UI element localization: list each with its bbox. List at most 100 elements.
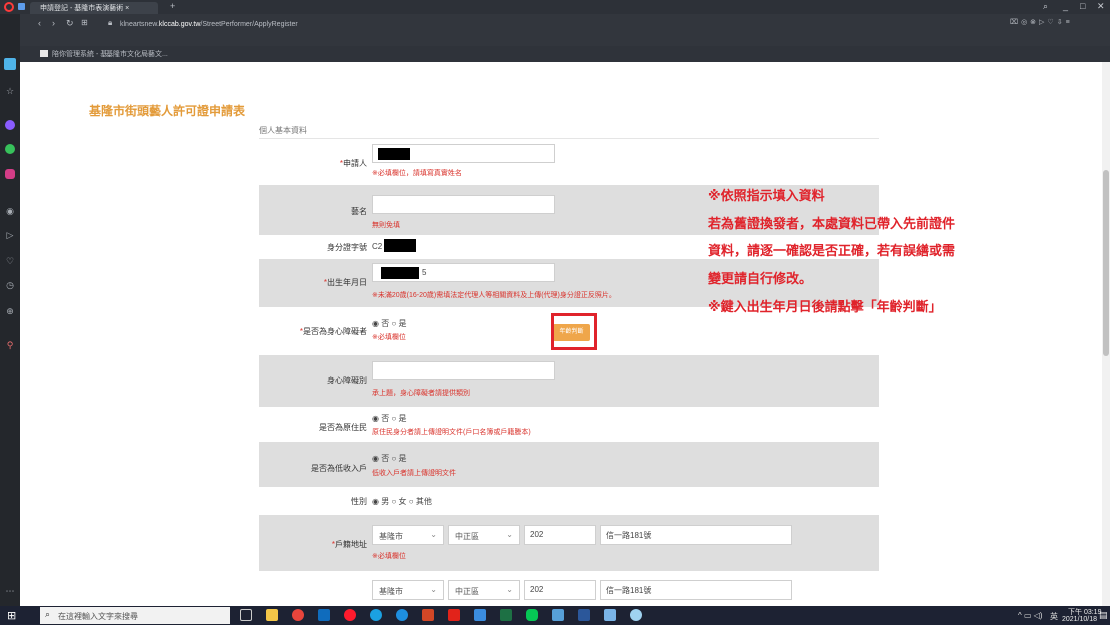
taskbar-app-edge-icon[interactable] <box>396 609 408 621</box>
taskbar-app-paint-icon[interactable] <box>630 609 642 621</box>
taskbar-app-file-explorer-icon[interactable] <box>266 609 278 621</box>
taskbar-app-powerpoint-icon[interactable] <box>422 609 434 621</box>
taskbar-app-acrobat-icon[interactable] <box>448 609 460 621</box>
task-view-icon[interactable] <box>240 609 252 621</box>
taskbar-app-opera-icon[interactable] <box>344 609 356 621</box>
row-applicant: *申請人 ※必填欄位，請填寫真實姓名 <box>259 142 879 184</box>
forward-icon[interactable]: › <box>52 18 55 28</box>
label-gender: 性別 <box>351 497 367 506</box>
sidebar-more-icon[interactable]: ⋯ <box>5 586 15 596</box>
redaction-block <box>381 267 419 279</box>
speed-dial-icon[interactable]: ⊞ <box>81 18 88 27</box>
chevron-down-icon: ⌄ <box>430 585 437 594</box>
household-street-input[interactable]: 信一路181號 <box>600 525 792 545</box>
sidebar-heart-icon[interactable]: ♡ <box>5 256 15 266</box>
chevron-down-icon: ⌄ <box>506 530 513 539</box>
stage-name-input[interactable] <box>372 195 555 214</box>
disability-radio-group[interactable]: ◉ 否 ○ 是 <box>372 318 407 329</box>
bookmark-item-2[interactable]: 基隆市文化局藝文... <box>106 49 168 59</box>
taskbar-app-line-icon[interactable] <box>526 609 538 621</box>
url-path: /StreetPerformer/ApplyRegister <box>200 21 298 28</box>
scrollbar-thumb[interactable] <box>1103 170 1109 356</box>
bookmark-item-1[interactable]: 陪你管理系統 - 基... <box>52 49 113 59</box>
gender-radio-group[interactable]: ◉ 男 ○ 女 ○ 其他 <box>372 496 432 507</box>
sidebar-player-icon[interactable]: ◉ <box>5 206 15 216</box>
sidebar-send-icon[interactable]: ▷ <box>5 230 15 240</box>
back-icon[interactable]: ‹ <box>38 18 41 28</box>
tab-workspace-icon[interactable] <box>18 3 25 10</box>
radio-empty-icon[interactable]: ○ <box>391 414 396 423</box>
windows-start-icon[interactable]: ⊞ <box>7 609 16 622</box>
sidebar-history-icon[interactable]: ◷ <box>5 280 15 290</box>
url-domain-prefix: klneartsnew. <box>120 21 159 28</box>
maximize-button[interactable]: □ <box>1080 1 1085 11</box>
ime-indicator[interactable]: 英 <box>1050 611 1058 622</box>
redaction-block <box>378 148 410 160</box>
mailing-street-input[interactable]: 信一路181號 <box>600 580 792 600</box>
notification-icon[interactable]: ▤ <box>1099 610 1108 621</box>
url-field[interactable]: klneartsnew.klccab.gov.tw/StreetPerforme… <box>120 18 298 30</box>
radio-selected-icon[interactable]: ◉ <box>372 497 379 506</box>
taskbar-search-box[interactable]: ⌕ 在這裡輸入文字來搜尋 <box>40 607 230 624</box>
mailing-city-select[interactable]: 基隆市 ⌄ <box>372 580 444 600</box>
indigenous-radio-group[interactable]: ◉ 否 ○ 是 <box>372 413 407 424</box>
sidebar-instagram-icon[interactable] <box>5 169 15 179</box>
close-window-button[interactable]: ✕ <box>1097 1 1105 12</box>
radio-empty-icon[interactable]: ○ <box>391 319 396 328</box>
bookmarks-bar: 陪你管理系統 - 基... 基隆市文化局藝文... <box>20 46 1110 62</box>
birthday-note: ※未滿20歲(16-20歲)需填法定代理人等相關資料及上傳(代理)身分證正反照片… <box>372 292 616 299</box>
gender-option-male: 男 <box>381 497 390 506</box>
indigenous-option-no: 否 <box>381 414 390 423</box>
label-applicant: *申請人 <box>339 159 367 168</box>
household-zip-input[interactable]: 202 <box>524 525 596 545</box>
page-scrollbar[interactable] <box>1102 62 1110 606</box>
browser-tab-active[interactable]: 申請登記 - 基隆市表演藝術 × <box>30 2 158 14</box>
radio-selected-icon[interactable]: ◉ <box>372 454 379 463</box>
household-district-select[interactable]: 中正區 ⌄ <box>448 525 520 545</box>
household-city-value: 基隆市 <box>379 532 403 541</box>
sidebar-messenger-icon[interactable] <box>5 120 15 130</box>
low-income-radio-group[interactable]: ◉ 否 ○ 是 <box>372 453 407 464</box>
sidebar-star-icon[interactable]: ☆ <box>5 86 15 96</box>
sidebar-home-icon[interactable] <box>4 58 16 70</box>
stage-name-note: 無則免填 <box>372 222 400 229</box>
radio-empty-icon[interactable]: ○ <box>409 497 414 506</box>
url-domain: klccab.gov.tw <box>158 21 201 28</box>
search-tabs-icon[interactable]: ⌕ <box>1043 1 1048 12</box>
taskbar-app-chrome-icon[interactable] <box>292 609 304 621</box>
taskbar-app-outlook-icon[interactable] <box>318 609 330 621</box>
mailing-district-select[interactable]: 中正區 ⌄ <box>448 580 520 600</box>
opera-logo-icon[interactable] <box>4 2 14 12</box>
gender-option-female: 女 <box>398 497 407 506</box>
taskbar-app-word-icon[interactable] <box>578 609 590 621</box>
radio-empty-icon[interactable]: ○ <box>391 454 396 463</box>
minimize-button[interactable]: _ <box>1063 1 1068 11</box>
disability-type-input[interactable] <box>372 361 555 380</box>
taskbar-app-store-icon[interactable] <box>552 609 564 621</box>
extensions-toolbar-icons[interactable]: ⌧◎⊗▷♡⇩≡ <box>1010 18 1073 26</box>
low-income-option-yes: 是 <box>398 454 407 463</box>
taskbar-app-media-icon[interactable] <box>474 609 486 621</box>
radio-selected-icon[interactable]: ◉ <box>372 319 379 328</box>
new-tab-button[interactable]: + <box>170 1 175 11</box>
sidebar-extensions-icon[interactable]: ⊕ <box>5 306 15 316</box>
taskbar-app-ie-icon[interactable] <box>370 609 382 621</box>
radio-selected-icon[interactable]: ◉ <box>372 414 379 423</box>
household-city-select[interactable]: 基隆市 ⌄ <box>372 525 444 545</box>
taskbar-app-excel-icon[interactable] <box>500 609 512 621</box>
mailing-zip-input[interactable]: 202 <box>524 580 596 600</box>
system-tray-icons[interactable]: ^ ▭ ◁) <box>1018 611 1043 620</box>
sidebar-whatsapp-icon[interactable] <box>5 144 15 154</box>
taskbar-date[interactable]: 2021/10/18 <box>1062 616 1097 623</box>
highlight-box <box>551 313 597 350</box>
id-number-value[interactable]: C2 <box>372 242 382 251</box>
reload-icon[interactable]: ↻ <box>66 18 74 29</box>
browser-tab-title: 申請登記 - 基隆市表演藝術 × <box>40 5 130 12</box>
taskbar-search-placeholder: 在這裡輸入文字來搜尋 <box>58 612 138 621</box>
disability-option-no: 否 <box>381 319 390 328</box>
instruction-line-5: ※鍵入出生年月日後請點擊「年齡判斷」 <box>708 299 942 314</box>
sidebar-pin-icon[interactable]: ⚲ <box>5 340 15 350</box>
radio-empty-icon[interactable]: ○ <box>391 497 396 506</box>
label-disability-type: 身心障礙別 <box>327 376 367 385</box>
taskbar-app-photos-icon[interactable] <box>604 609 616 621</box>
